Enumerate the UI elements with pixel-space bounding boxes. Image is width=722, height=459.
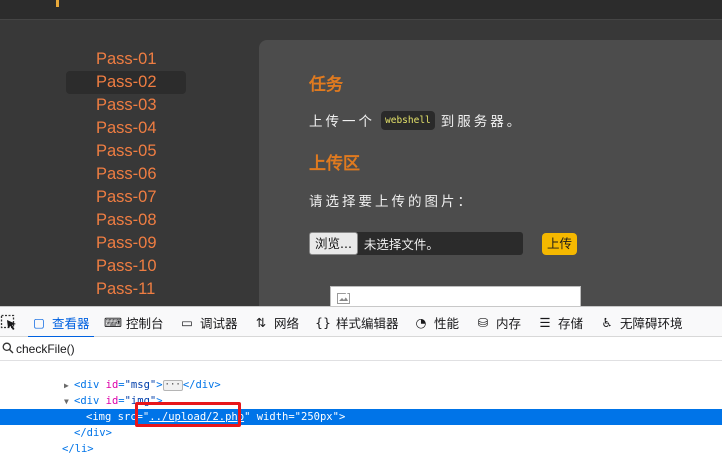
- performance-icon: ◔: [415, 314, 427, 330]
- tab-label: 性能: [434, 315, 460, 331]
- tab-label: 存储: [558, 315, 584, 331]
- tree-row-li-close[interactable]: </li>: [0, 441, 722, 457]
- pass-list: Pass-01 Pass-02 Pass-03 Pass-04 Pass-05 Pass-…: [66, 48, 186, 301]
- task-desc-text: 上传一个: [309, 114, 375, 130]
- pass-item[interactable]: Pass-05: [66, 140, 186, 163]
- tab-debugger[interactable]: ▭ 调试器: [180, 307, 238, 337]
- tab-console[interactable]: ⌨ 控制台: [103, 307, 164, 337]
- pass-item[interactable]: Pass-02: [66, 71, 186, 94]
- tab-label: 样式编辑器: [336, 315, 399, 331]
- tab-memory[interactable]: ⛁ 内存: [476, 307, 521, 337]
- tree-row-msg-div[interactable]: ▶ <div id="msg"> ··· </div>: [0, 377, 722, 393]
- memory-icon: ⛁: [477, 314, 489, 330]
- attr-name: id: [105, 379, 119, 391]
- tab-label: 调试器: [200, 315, 238, 331]
- closing-tag: </li>: [62, 443, 94, 455]
- tree-row-img-tag[interactable]: <img src="../upload/2.php" width="250px"…: [0, 409, 722, 425]
- attr-name: width: [256, 411, 289, 423]
- tab-network[interactable]: ⇅ 网络: [254, 307, 299, 337]
- tag-close: >: [338, 411, 346, 423]
- tab-label: 控制台: [126, 315, 164, 331]
- tab-inspector[interactable]: ▢ 查看器: [28, 307, 94, 338]
- file-status: 未选择文件。: [363, 237, 439, 252]
- collapse-arrow-icon[interactable]: ▼: [64, 394, 74, 410]
- pass-item[interactable]: Pass-08: [66, 209, 186, 232]
- task-desc-text: 到服务器。: [440, 114, 524, 130]
- attr-value: "msg": [124, 379, 157, 391]
- search-icon: [2, 342, 14, 354]
- pass-item[interactable]: Pass-07: [66, 186, 186, 209]
- uploaded-image-frame: [330, 286, 581, 306]
- browse-button[interactable]: 浏览...: [309, 232, 358, 255]
- tab-label: 网络: [274, 315, 300, 331]
- choose-image-label: 请选择要上传的图片：: [309, 194, 474, 210]
- tab-label: 内存: [496, 315, 522, 331]
- annotation-highlight-box: [135, 402, 241, 427]
- closing-tag: </div>: [74, 427, 112, 439]
- storage-icon: ☰: [539, 314, 551, 330]
- tag-name: <img: [86, 411, 112, 423]
- header-accent: [56, 0, 59, 7]
- webshell-code: webshell: [381, 110, 435, 130]
- pass-item[interactable]: Pass-10: [66, 255, 186, 278]
- tab-label: 无障碍环境: [620, 315, 683, 331]
- tab-accessibility[interactable]: ♿ 无障碍环境: [600, 307, 683, 337]
- pass-item[interactable]: Pass-11: [66, 278, 186, 301]
- upload-area-title: 上传区: [309, 154, 360, 174]
- pass-item[interactable]: Pass-04: [66, 117, 186, 140]
- pass-item[interactable]: Pass-03: [66, 94, 186, 117]
- console-icon: ⌨: [103, 314, 123, 330]
- pass-item[interactable]: Pass-01: [66, 48, 186, 71]
- markup-search-bar: [0, 337, 722, 361]
- tree-row-img-div[interactable]: ▼ <div id="img">: [0, 393, 722, 409]
- tab-performance[interactable]: ◔ 性能: [414, 307, 459, 337]
- style-editor-icon: {}: [315, 314, 331, 330]
- content-panel: 任务 上传一个 webshell 到服务器。 上传区 请选择要上传的图片： 浏览…: [259, 40, 722, 306]
- tab-storage[interactable]: ☰ 存储: [538, 307, 583, 337]
- element-picker-icon[interactable]: [0, 313, 18, 331]
- accessibility-icon: ♿: [601, 314, 613, 330]
- upload-button[interactable]: 上传: [542, 233, 578, 255]
- webpage-viewport: Pass-01 Pass-02 Pass-03 Pass-04 Pass-05 Pass-…: [0, 0, 722, 306]
- attr-name: id: [105, 395, 119, 407]
- tag-name: <div: [74, 379, 100, 391]
- pass-item[interactable]: Pass-06: [66, 163, 186, 186]
- search-input[interactable]: [16, 339, 316, 359]
- collapsed-content-icon[interactable]: ···: [162, 380, 183, 391]
- tag-name: <div: [74, 395, 100, 407]
- inspector-icon: ▢: [33, 314, 45, 330]
- tab-style-editor[interactable]: {} 样式编辑器: [315, 307, 399, 337]
- debugger-icon: ▭: [181, 314, 193, 330]
- attr-value: "250px": [294, 411, 339, 423]
- expand-arrow-icon[interactable]: ▶: [64, 378, 74, 394]
- page-header: [0, 0, 722, 20]
- devtools-toolbar: ▢ 查看器 ⌨ 控制台 ▭ 调试器 ⇅ 网络 {} 样式编辑器 ◔ 性能 ⛁ 内存 ☰ 存储 ♿ 无障碍环境: [0, 306, 722, 338]
- task-description: 上传一个 webshell 到服务器。: [309, 110, 523, 130]
- task-title: 任务: [309, 75, 343, 95]
- broken-image-icon: [337, 293, 350, 304]
- pass-item[interactable]: Pass-09: [66, 232, 186, 255]
- tree-row-div-close[interactable]: </div>: [0, 425, 722, 441]
- file-input[interactable]: 浏览... 未选择文件。: [309, 232, 523, 255]
- network-icon: ⇅: [255, 314, 267, 330]
- attr-name: src: [117, 411, 137, 423]
- tab-label: 查看器: [52, 315, 90, 331]
